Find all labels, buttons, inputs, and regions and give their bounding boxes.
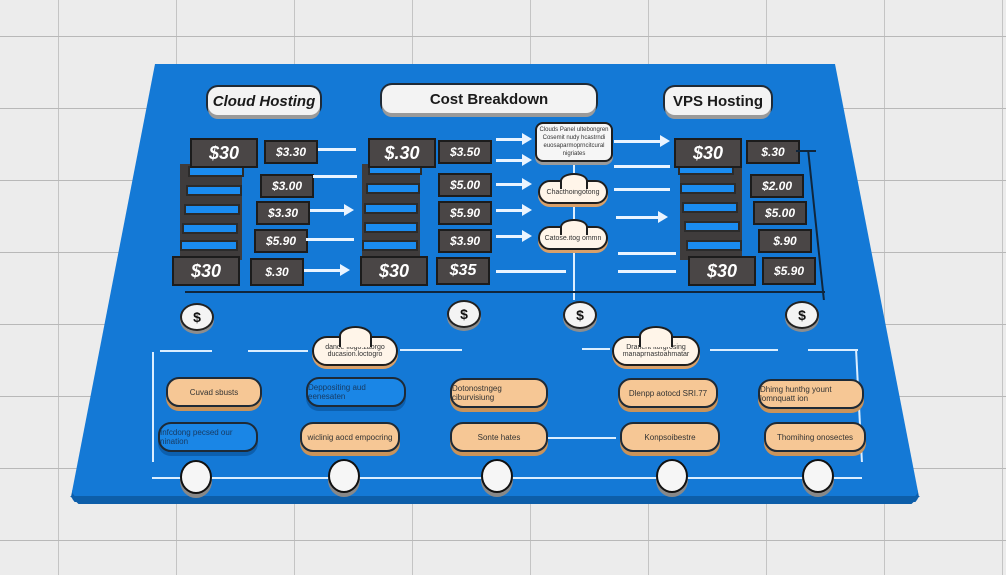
cloud-price: $3.30: [256, 201, 310, 225]
cloud-price: $3.00: [260, 174, 314, 198]
info-cloud: dance flogo.zaorgo ducasion.loctogro: [312, 326, 398, 366]
arrow-left: [318, 148, 356, 151]
stack-bar: [364, 222, 418, 233]
timeline-node[interactable]: [656, 459, 688, 493]
mid-price: $5.00: [438, 173, 492, 197]
connector-line: [618, 252, 676, 255]
arrow-right: [304, 264, 350, 276]
vps-stack-top: $30: [674, 138, 742, 168]
stack-bar: [186, 185, 242, 196]
cloud-stack-top: $30: [190, 138, 258, 168]
cloud-stack-bottom: $30: [172, 256, 240, 286]
connector-line: [582, 348, 610, 350]
vps-price: $5.90: [762, 257, 816, 285]
connector-line: [160, 350, 212, 352]
vps-stack-bottom: $30: [688, 256, 756, 286]
arrow-right: [496, 154, 532, 166]
pill-deploying[interactable]: Deppositing aud eenesaten: [306, 377, 406, 407]
dollar-coin-icon: $: [180, 303, 214, 331]
pill-infrastructure[interactable]: Infcdong pecsed our nination: [158, 422, 258, 452]
info-cloud: Dranerit itorgrosing manaprnastoahmatar: [612, 326, 700, 366]
connector-line: [496, 270, 566, 273]
pill-components[interactable]: Konpsoibestre: [620, 422, 720, 452]
pill-monitoring[interactable]: Thomihing onosectes: [764, 422, 866, 452]
vps-price: $.30: [746, 140, 800, 164]
dollar-coin-icon: $: [785, 301, 819, 329]
dollar-coin-icon: $: [447, 300, 481, 328]
center-cloud: Catose.itog ommn: [538, 219, 608, 250]
stack-bar: [180, 240, 238, 251]
cloud-price: $5.90: [254, 229, 308, 253]
mid-price: $5.90: [438, 201, 492, 225]
header-cost-breakdown[interactable]: Cost Breakdown: [382, 85, 596, 113]
vps-price: $2.00: [750, 174, 804, 198]
arrow-right: [496, 178, 532, 190]
center-cloud: Chacthoingotong: [538, 173, 608, 204]
timeline-node[interactable]: [802, 459, 834, 493]
pill-scaling[interactable]: wiclinig aocd empocring: [300, 422, 400, 452]
header-cloud-hosting[interactable]: Cloud Hosting: [208, 87, 320, 115]
stack-bar: [684, 221, 740, 232]
arrow-right: [614, 135, 670, 147]
connector-line: [710, 349, 778, 351]
divider-line: [185, 291, 825, 293]
vps-price: $.90: [758, 229, 812, 253]
connector-line: [400, 349, 462, 351]
mid-price: $3.90: [438, 229, 492, 253]
board-edge: [70, 496, 920, 504]
connector-line: [618, 270, 676, 273]
stack-bar: [364, 203, 418, 214]
stack-bar: [362, 240, 418, 251]
stack-bar: [680, 183, 736, 194]
cloud-price: $3.30: [264, 140, 318, 164]
mid-stack-bottom: $30: [360, 256, 428, 286]
timeline-node[interactable]: [180, 460, 212, 494]
stack-bar: [682, 202, 738, 213]
mid-stack-top: $.30: [368, 138, 436, 168]
pill-hosting-management[interactable]: Dhimg hunthg yount lomnquatt ion: [758, 379, 864, 409]
mid-price: $35: [436, 257, 490, 285]
connector-line: [614, 188, 670, 191]
arrow-right: [496, 133, 532, 145]
stack-bar: [182, 223, 238, 234]
pill-pricing[interactable]: Dlenpp aotocd SRI.77: [618, 378, 718, 408]
connector-line: [248, 350, 308, 352]
header-vps-hosting[interactable]: VPS Hosting: [665, 87, 771, 115]
vps-price: $5.00: [753, 201, 807, 225]
arrow-right: [616, 211, 668, 223]
dollar-coin-icon: $: [563, 301, 597, 329]
timeline-node[interactable]: [328, 459, 360, 493]
stack-bar: [366, 183, 420, 194]
connector-line: [614, 165, 670, 168]
cloud-price: $.30: [250, 258, 304, 286]
arrow-right: [496, 204, 532, 216]
stack-bar: [686, 240, 742, 251]
timeline-node[interactable]: [481, 459, 513, 493]
connector-line: [306, 238, 354, 241]
connector-line: [548, 437, 616, 439]
mid-price: $3.50: [438, 140, 492, 164]
pill-cloud-costs[interactable]: Cuvad sbusts: [166, 377, 262, 407]
pill-some-rates[interactable]: Sonte hates: [450, 422, 548, 452]
connector-line: [808, 349, 858, 351]
connector-line: [313, 175, 357, 178]
center-note: Clouds Panel ultebongren Cosemit nudy hc…: [535, 122, 613, 162]
arrow-right: [310, 204, 354, 216]
loop-line: [152, 352, 154, 462]
arrow-right: [496, 230, 532, 242]
vps-bracket-line: [796, 150, 816, 152]
pill-data-storage[interactable]: Dotonostngeg ciburvisiung: [450, 378, 548, 408]
stack-bar: [184, 204, 240, 215]
